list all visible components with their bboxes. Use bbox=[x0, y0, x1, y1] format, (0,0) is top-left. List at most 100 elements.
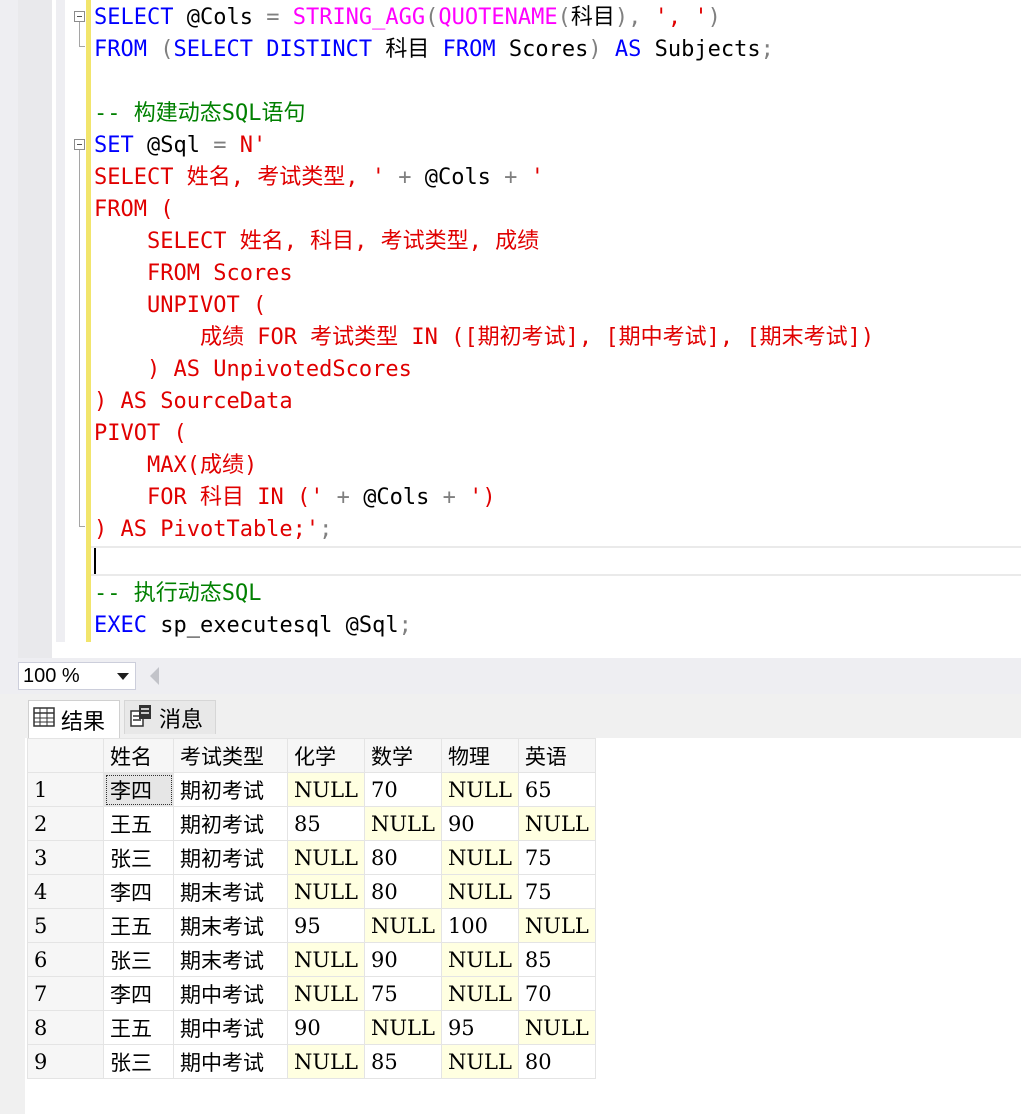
grid-cell[interactable]: 100 bbox=[440, 908, 519, 943]
grid-cell[interactable]: NULL bbox=[287, 874, 365, 909]
table-row[interactable]: 4 李四 期末考试 NULL 80 NULL 75 bbox=[27, 874, 596, 909]
code-line[interactable] bbox=[94, 546, 874, 578]
grid-cell[interactable]: 期中考试 bbox=[173, 1044, 288, 1079]
row-number-cell[interactable]: 8 bbox=[27, 1010, 104, 1045]
grid-cell[interactable]: 王五 bbox=[103, 806, 174, 841]
grid-cell[interactable]: 80 bbox=[517, 1044, 596, 1079]
table-row[interactable]: 3 张三 期初考试 NULL 80 NULL 75 bbox=[27, 840, 596, 875]
results-grid[interactable]: 姓名 考试类型 化学 数学 物理 英语 1 李四 期初考试 NULL 70 NULL 65 2 王五 期初考… bbox=[27, 738, 596, 1079]
grid-cell[interactable]: 张三 bbox=[103, 942, 174, 977]
code-line[interactable]: FROM Scores bbox=[94, 258, 874, 290]
grid-cell[interactable]: NULL bbox=[517, 908, 596, 943]
grid-cell[interactable]: NULL bbox=[440, 772, 519, 807]
table-row[interactable]: 2 王五 期初考试 85 NULL 90 NULL bbox=[27, 806, 596, 841]
grid-cell[interactable]: NULL bbox=[287, 976, 365, 1011]
code-line[interactable]: EXEC sp_executesql @Sql; bbox=[94, 610, 874, 642]
code-line[interactable]: PIVOT ( bbox=[94, 418, 874, 450]
column-header[interactable]: 数学 bbox=[363, 738, 442, 773]
grid-cell[interactable]: 80 bbox=[363, 840, 442, 875]
grid-cell[interactable]: 90 bbox=[363, 942, 442, 977]
grid-cell[interactable]: 王五 bbox=[103, 1010, 174, 1045]
grid-cell[interactable]: 期中考试 bbox=[173, 976, 288, 1011]
grid-cell[interactable]: 90 bbox=[287, 1010, 365, 1045]
scroll-left-arrow-icon[interactable] bbox=[150, 667, 159, 685]
code-line[interactable]: SELECT 姓名, 考试类型, ' + @Cols + ' bbox=[94, 162, 874, 194]
zoom-level-dropdown[interactable]: 100 % bbox=[18, 662, 136, 690]
code-line[interactable]: SET @Sql = N' bbox=[94, 130, 874, 162]
grid-cell[interactable]: 70 bbox=[363, 772, 442, 807]
row-number-cell[interactable]: 7 bbox=[27, 976, 104, 1011]
grid-cell[interactable]: 80 bbox=[363, 874, 442, 909]
code-line[interactable]: ) AS PivotTable;'; bbox=[94, 514, 874, 546]
grid-cell[interactable]: NULL bbox=[440, 1044, 519, 1079]
code-line[interactable]: FROM (SELECT DISTINCT 科目 FROM Scores) AS… bbox=[94, 34, 874, 66]
grid-cell[interactable]: 65 bbox=[517, 772, 596, 807]
grid-cell[interactable]: NULL bbox=[363, 908, 442, 943]
row-number-cell[interactable]: 2 bbox=[27, 806, 104, 841]
code-lines[interactable]: SELECT @Cols = STRING_AGG(QUOTENAME(科目),… bbox=[94, 2, 874, 642]
grid-cell[interactable]: NULL bbox=[440, 976, 519, 1011]
row-number-cell[interactable]: 6 bbox=[27, 942, 104, 977]
grid-cell[interactable]: 期初考试 bbox=[173, 772, 288, 807]
grid-corner-cell[interactable] bbox=[27, 738, 104, 773]
grid-cell[interactable]: NULL bbox=[363, 806, 442, 841]
grid-cell[interactable]: 75 bbox=[517, 840, 596, 875]
grid-cell[interactable]: 95 bbox=[287, 908, 365, 943]
row-number-cell[interactable]: 4 bbox=[27, 874, 104, 909]
grid-cell[interactable]: 期末考试 bbox=[173, 874, 288, 909]
row-number-cell[interactable]: 1 bbox=[27, 772, 104, 807]
grid-cell[interactable]: 王五 bbox=[103, 908, 174, 943]
grid-cell[interactable]: NULL bbox=[440, 874, 519, 909]
grid-cell[interactable]: NULL bbox=[440, 942, 519, 977]
grid-cell[interactable]: 90 bbox=[440, 806, 519, 841]
code-line[interactable]: UNPIVOT ( bbox=[94, 290, 874, 322]
table-row[interactable]: 5 王五 期末考试 95 NULL 100 NULL bbox=[27, 908, 596, 943]
grid-cell[interactable]: 期初考试 bbox=[173, 806, 288, 841]
code-line[interactable]: FROM ( bbox=[94, 194, 874, 226]
table-row[interactable]: 8 王五 期中考试 90 NULL 95 NULL bbox=[27, 1010, 596, 1045]
table-row[interactable]: 7 李四 期中考试 NULL 75 NULL 70 bbox=[27, 976, 596, 1011]
grid-cell[interactable]: 期中考试 bbox=[173, 1010, 288, 1045]
grid-cell[interactable]: 85 bbox=[517, 942, 596, 977]
row-number-cell[interactable]: 9 bbox=[27, 1044, 104, 1079]
code-line[interactable] bbox=[94, 66, 874, 98]
grid-cell[interactable]: 李四 bbox=[103, 976, 174, 1011]
code-line[interactable]: -- 执行动态SQL bbox=[94, 578, 874, 610]
grid-cell[interactable]: NULL bbox=[363, 1010, 442, 1045]
tab-results[interactable]: 结果 bbox=[28, 700, 120, 738]
grid-cell[interactable]: NULL bbox=[287, 1044, 365, 1079]
code-line[interactable]: ) AS SourceData bbox=[94, 386, 874, 418]
grid-cell[interactable]: 70 bbox=[517, 976, 596, 1011]
grid-cell[interactable]: 85 bbox=[363, 1044, 442, 1079]
column-header[interactable]: 化学 bbox=[287, 738, 365, 773]
column-header[interactable]: 英语 bbox=[517, 738, 596, 773]
tab-messages[interactable]: 消息 bbox=[124, 700, 216, 734]
grid-cell[interactable]: 95 bbox=[440, 1010, 519, 1045]
code-line[interactable]: -- 构建动态SQL语句 bbox=[94, 98, 874, 130]
grid-cell[interactable]: 李四 bbox=[103, 772, 174, 807]
code-line[interactable]: ) AS UnpivotedScores bbox=[94, 354, 874, 386]
code-line[interactable]: SELECT 姓名, 科目, 考试类型, 成绩 bbox=[94, 226, 874, 258]
collapse-region-icon[interactable] bbox=[74, 139, 85, 150]
grid-cell[interactable]: 张三 bbox=[103, 840, 174, 875]
collapse-region-icon[interactable] bbox=[74, 11, 85, 22]
grid-cell[interactable]: 85 bbox=[287, 806, 365, 841]
grid-cell[interactable]: 75 bbox=[517, 874, 596, 909]
table-row[interactable]: 6 张三 期末考试 NULL 90 NULL 85 bbox=[27, 942, 596, 977]
grid-cell[interactable]: NULL bbox=[517, 1010, 596, 1045]
column-header[interactable]: 考试类型 bbox=[173, 738, 288, 773]
code-line[interactable]: MAX(成绩) bbox=[94, 450, 874, 482]
column-header[interactable]: 姓名 bbox=[103, 738, 174, 773]
grid-cell[interactable]: 期末考试 bbox=[173, 942, 288, 977]
sql-editor[interactable]: SELECT @Cols = STRING_AGG(QUOTENAME(科目),… bbox=[0, 0, 1021, 658]
code-line[interactable]: 成绩 FOR 考试类型 IN ([期初考试], [期中考试], [期末考试]) bbox=[94, 322, 874, 354]
grid-cell[interactable]: NULL bbox=[440, 840, 519, 875]
grid-cell[interactable]: 张三 bbox=[103, 1044, 174, 1079]
table-row[interactable]: 1 李四 期初考试 NULL 70 NULL 65 bbox=[27, 772, 596, 807]
grid-cell[interactable]: 李四 bbox=[103, 874, 174, 909]
code-line[interactable]: FOR 科目 IN (' + @Cols + ') bbox=[94, 482, 874, 514]
column-header[interactable]: 物理 bbox=[440, 738, 519, 773]
grid-cell[interactable]: 期初考试 bbox=[173, 840, 288, 875]
table-row[interactable]: 9 张三 期中考试 NULL 85 NULL 80 bbox=[27, 1044, 596, 1079]
grid-cell[interactable]: 期末考试 bbox=[173, 908, 288, 943]
